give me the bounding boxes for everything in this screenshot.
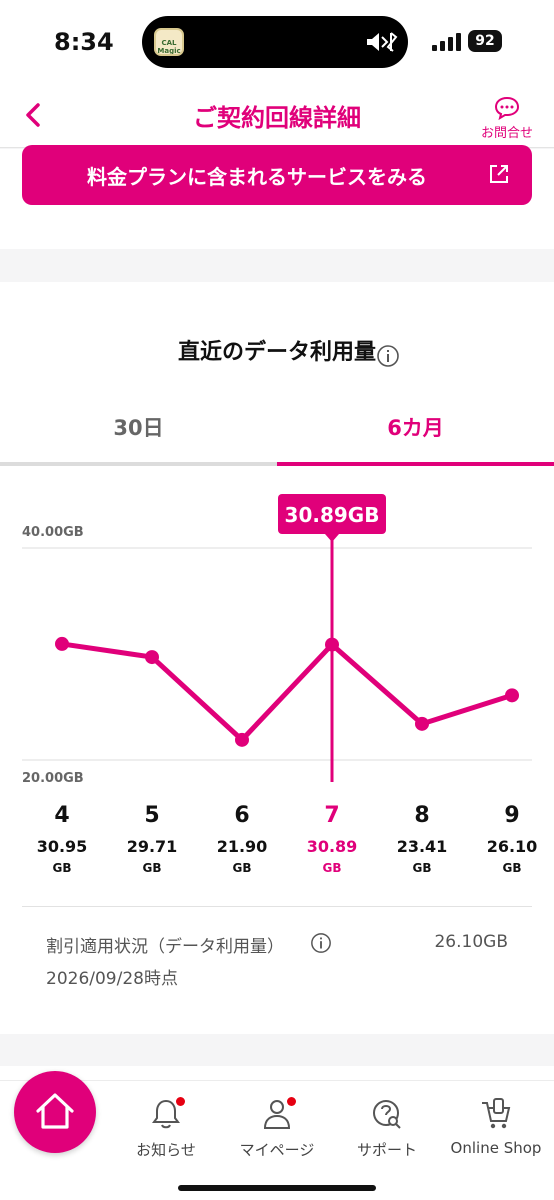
nav-item-notifications[interactable]: お知らせ xyxy=(106,1093,226,1163)
chat-bubble-icon xyxy=(494,96,520,120)
plan-services-label: 料金プランに含まれるサービスをみる xyxy=(87,165,427,189)
mypage-badge xyxy=(287,1097,296,1106)
data-point-8 xyxy=(415,716,429,731)
island-app-icon: CAL Magic xyxy=(154,28,184,56)
x-tick-label-6: 6 xyxy=(234,803,249,828)
data-unit-8: GB xyxy=(413,861,432,875)
data-unit-7: GB xyxy=(323,861,342,875)
data-label-5: 29.71 xyxy=(127,837,178,856)
discount-status-value: 26.10GB xyxy=(434,932,508,952)
tooltip-value: 30.89GB xyxy=(285,503,380,527)
app-header: ご契約回線詳細 お問合せ xyxy=(0,88,554,148)
series-line xyxy=(61,641,513,743)
data-point-5 xyxy=(145,650,159,665)
support-icon xyxy=(373,1100,401,1129)
status-bar: 8:34 CAL Magic 92 xyxy=(0,0,554,88)
speaker-mute-icon xyxy=(367,32,398,52)
x-tick-label-7: 7 xyxy=(324,803,339,828)
x-tick-label-4: 4 xyxy=(54,803,69,828)
tab-30-days[interactable]: 30日 xyxy=(0,408,277,466)
x-tick-label-8: 8 xyxy=(414,803,429,828)
data-unit-9: GB xyxy=(503,861,522,875)
data-usage-card: 直近のデータ利用量 30日 6カ月 40.00GB 20.00GB 30.89GB 4… xyxy=(0,282,554,1034)
usage-title: 直近のデータ利用量 xyxy=(177,340,376,365)
nav-item-support[interactable]: サポート xyxy=(327,1093,447,1163)
y-tick-label-top: 40.00GB xyxy=(22,525,84,540)
nav-label-mypage: マイページ xyxy=(239,1141,315,1159)
cart-icon xyxy=(482,1098,511,1129)
home-indicator xyxy=(178,1185,376,1191)
data-unit-4: GB xyxy=(53,861,72,875)
notification-badge xyxy=(176,1097,185,1106)
discount-status-label: 割引適用状況（データ利用量） xyxy=(46,937,284,957)
plan-card: 料金プランに含まれるサービスをみる xyxy=(0,145,554,249)
status-time: 8:34 xyxy=(54,28,114,56)
y-tick-label-bottom: 20.00GB xyxy=(22,771,84,786)
divider xyxy=(22,906,532,907)
nav-label-notifications: お知らせ xyxy=(136,1141,196,1159)
home-icon xyxy=(36,1093,74,1129)
nav-item-mypage[interactable]: マイページ xyxy=(217,1093,337,1163)
x-tick-label-9: 9 xyxy=(504,803,519,828)
plan-services-button[interactable]: 料金プランに含まれるサービスをみる xyxy=(22,145,532,205)
tooltip-pointer xyxy=(325,534,339,542)
data-label-9: 26.10 xyxy=(487,837,538,856)
bottom-navigation: お知らせ マイページ サポート Online Shop xyxy=(0,1071,554,1200)
inquiry-label: お問合せ xyxy=(480,126,533,141)
nav-label-support: サポート xyxy=(356,1141,417,1159)
data-label-6: 21.90 xyxy=(217,837,268,856)
nav-item-online-shop[interactable]: Online Shop xyxy=(438,1093,554,1163)
info-icon[interactable] xyxy=(376,344,400,368)
nav-label-online-shop: Online Shop xyxy=(450,1139,542,1157)
data-label-8: 23.41 xyxy=(397,837,448,856)
data-unit-6: GB xyxy=(233,861,252,875)
usage-line-chart: 40.00GB20.00GB30.89GB430.95GB529.71GB621… xyxy=(22,494,538,875)
dynamic-island: CAL Magic xyxy=(142,16,408,68)
discount-status-date: 2026/09/28時点 xyxy=(46,969,178,989)
island-app-label: CAL Magic xyxy=(157,39,181,55)
data-label-7: 30.89 xyxy=(307,837,358,856)
data-point-6 xyxy=(235,732,249,747)
data-unit-5: GB xyxy=(143,861,162,875)
battery-indicator: 92 xyxy=(468,30,502,52)
cellular-signal-icon xyxy=(432,33,461,51)
inquiry-button[interactable]: お問合せ xyxy=(470,92,544,142)
data-label-4: 30.95 xyxy=(37,837,88,856)
data-point-7 xyxy=(325,637,339,652)
home-button[interactable] xyxy=(14,1071,96,1153)
discount-info-icon[interactable] xyxy=(310,932,332,954)
tab-6-months[interactable]: 6カ月 xyxy=(277,408,554,466)
x-tick-label-5: 5 xyxy=(144,803,159,828)
external-link-icon xyxy=(490,165,508,183)
data-point-9 xyxy=(505,688,519,703)
data-point-4 xyxy=(55,636,69,651)
